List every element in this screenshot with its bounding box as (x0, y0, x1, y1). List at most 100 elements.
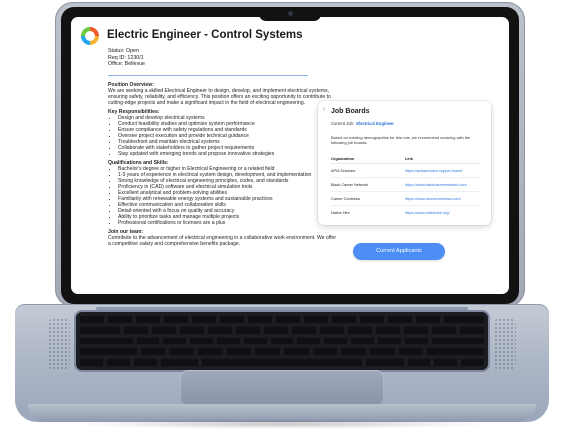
job-boards-description: Based on existing demographics for this … (331, 135, 471, 145)
company-logo-icon (81, 27, 99, 45)
key[interactable] (369, 347, 396, 357)
key[interactable] (331, 315, 358, 324)
key[interactable] (219, 315, 246, 324)
key[interactable] (234, 325, 261, 335)
key[interactable] (150, 325, 177, 335)
key[interactable] (79, 336, 134, 346)
screen: Electric Engineer - Control Systems Stat… (71, 17, 509, 294)
key[interactable] (403, 336, 429, 346)
key[interactable] (105, 358, 131, 367)
current-applicants-button[interactable]: Current Applicants (353, 243, 445, 260)
key[interactable] (122, 325, 149, 335)
key[interactable] (290, 325, 317, 335)
current-job: Current Job: Electrical Engineer (331, 121, 394, 126)
key[interactable] (269, 336, 295, 346)
key[interactable] (430, 325, 458, 335)
key[interactable] (359, 315, 386, 324)
current-job-value: Electrical Engineer (356, 121, 394, 126)
board-link[interactable]: https://www.blackcareernetwork.com (405, 183, 481, 187)
table-row: Black Career Network https://www.blackca… (331, 178, 481, 192)
key[interactable] (376, 336, 402, 346)
job-meta: Status: Open Req ID: 1230/1 Office: Bell… (108, 48, 145, 68)
key[interactable] (340, 347, 368, 357)
key[interactable] (430, 336, 486, 346)
keyboard-row (79, 358, 486, 367)
responsibility-item: Stay updated with emerging trends and pr… (118, 151, 338, 157)
key[interactable] (460, 358, 486, 367)
keyboard (76, 312, 488, 370)
key[interactable] (197, 347, 224, 357)
key[interactable] (397, 347, 425, 357)
key[interactable] (163, 315, 190, 324)
table-row: APIA Scholars https://apiascholars.org/j… (331, 164, 481, 178)
key[interactable] (79, 358, 104, 367)
overview-text: We are seeking a skilled Electrical Engi… (108, 88, 331, 106)
key[interactable] (323, 336, 349, 346)
key[interactable] (443, 315, 486, 324)
key[interactable] (162, 336, 188, 346)
key[interactable] (206, 325, 233, 335)
key[interactable] (254, 347, 282, 357)
table-row: Native Hire https://www.nativehire.org/ (331, 206, 481, 219)
job-office: Office: Bellevue (108, 61, 146, 68)
key[interactable] (426, 347, 486, 357)
key[interactable] (350, 336, 375, 346)
keyboard-row (79, 336, 486, 346)
key[interactable] (262, 325, 289, 335)
board-link[interactable]: https://www.nativehire.org/ (405, 211, 481, 215)
laptop-shadow (70, 419, 494, 429)
space-bar[interactable] (201, 358, 363, 367)
key[interactable] (459, 325, 486, 335)
key[interactable] (79, 315, 106, 324)
table-row: Career Contessa https://www.careercontes… (331, 192, 481, 206)
key[interactable] (318, 325, 345, 335)
keyboard-row (79, 325, 486, 335)
key[interactable] (303, 315, 330, 324)
key[interactable] (387, 315, 414, 324)
key[interactable] (374, 325, 401, 335)
key[interactable] (242, 336, 268, 346)
key[interactable] (415, 315, 442, 324)
board-link[interactable]: https://apiascholars.org/job-board/ (405, 169, 481, 173)
key[interactable] (433, 358, 459, 367)
board-link[interactable]: https://www.careercontessa.com/ (405, 197, 481, 201)
key[interactable] (132, 358, 158, 367)
key[interactable] (225, 347, 253, 357)
key[interactable] (79, 325, 121, 335)
key[interactable] (296, 336, 322, 346)
organization-name: Black Career Network (331, 182, 368, 187)
job-boards-table: Organization Link APIA Scholars https://… (331, 154, 481, 219)
key[interactable] (79, 347, 138, 357)
back-chevron-icon[interactable]: ‹ (323, 106, 325, 113)
key[interactable] (275, 315, 302, 324)
key[interactable] (346, 325, 373, 335)
laptop-mockup: Electric Engineer - Control Systems Stat… (0, 0, 564, 440)
key[interactable] (189, 336, 215, 346)
organization-name: Native Hire (331, 210, 350, 215)
responsibilities-list: Design and develop electrical systems Co… (118, 115, 338, 157)
key[interactable] (311, 347, 339, 357)
job-boards-title: Job Boards (331, 108, 370, 115)
key[interactable] (406, 358, 432, 367)
key[interactable] (178, 325, 205, 335)
key[interactable] (168, 347, 196, 357)
key[interactable] (402, 325, 429, 335)
left-speaker (48, 318, 70, 370)
key[interactable] (247, 315, 274, 324)
organization-name: APIA Scholars (331, 168, 356, 173)
key[interactable] (135, 315, 162, 324)
key[interactable] (283, 347, 310, 357)
job-status: Status: Open (108, 48, 139, 54)
keyboard-row (79, 315, 486, 324)
key[interactable] (107, 315, 134, 324)
title-divider (108, 75, 308, 76)
column-link: Link (405, 156, 413, 161)
key[interactable] (216, 336, 241, 346)
join-team-text: Contribute to the advancement of electri… (108, 235, 337, 247)
key[interactable] (159, 358, 200, 367)
key[interactable] (191, 315, 218, 324)
key[interactable] (139, 347, 167, 357)
trackpad[interactable] (180, 370, 384, 406)
key[interactable] (364, 358, 405, 367)
key[interactable] (135, 336, 161, 346)
